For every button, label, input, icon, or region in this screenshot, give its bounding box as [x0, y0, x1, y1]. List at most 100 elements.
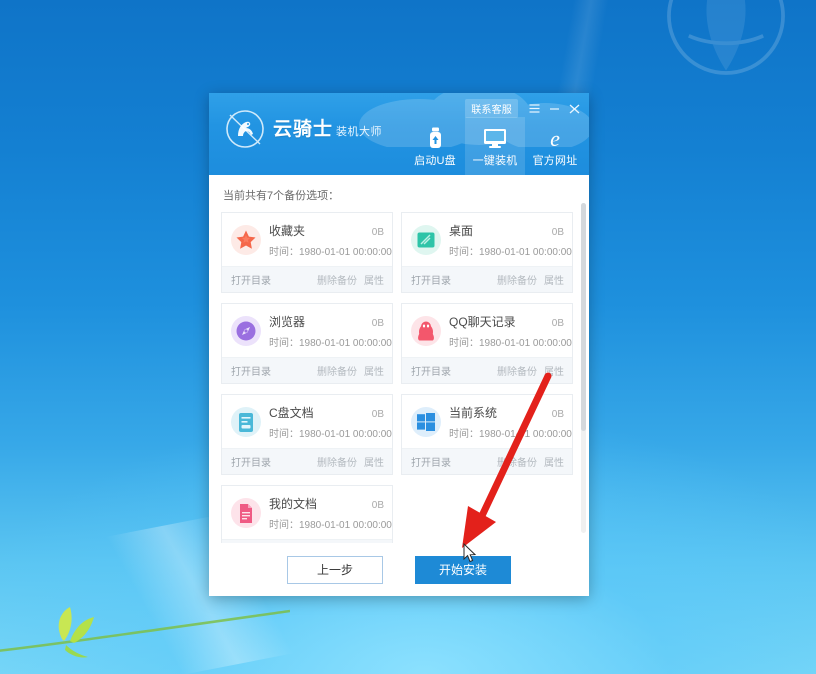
backup-card-title: 我的文档 [269, 497, 318, 511]
window-controls: 联系客服 [465, 99, 583, 118]
qq-penguin-icon [411, 316, 441, 346]
content-scrollbar-thumb[interactable] [581, 203, 586, 431]
contact-support-button[interactable]: 联系客服 [465, 99, 518, 118]
app-window: 联系客服 云骑士 装机大师 启动U盘 一键装机 e 官方网址 当前共有7个备份选… [209, 93, 589, 596]
nav-item-official-site[interactable]: e 官方网址 [525, 117, 585, 175]
backup-card-time: 时间：1980-01-01 00:00:00 [449, 338, 572, 349]
backup-card-title: 桌面 [449, 224, 474, 238]
backup-card-title: 浏览器 [269, 315, 306, 329]
properties-link[interactable]: 属性 [364, 363, 384, 378]
ie-browser-icon: e [544, 125, 566, 149]
nav-item-one-click-install[interactable]: 一键装机 [465, 117, 525, 175]
backup-card-actions: 打开目录 删除备份 属性 [222, 266, 392, 292]
backup-card-body: C盘文档 0B 时间：1980-01-01 00:00:00 [222, 395, 392, 448]
backup-card[interactable]: 收藏夹 0B 时间：1980-01-01 00:00:00 打开目录 删除备份 … [221, 212, 393, 293]
windows-logo-icon [411, 407, 441, 437]
desktop-background: 联系客服 云骑士 装机大师 启动U盘 一键装机 e 官方网址 当前共有7个备份选… [0, 0, 816, 674]
properties-link[interactable]: 属性 [544, 272, 564, 287]
backup-card-title: 收藏夹 [269, 224, 306, 238]
backup-card-actions: 打开目录 删除备份 属性 [402, 448, 572, 474]
properties-link[interactable]: 属性 [544, 363, 564, 378]
backup-card-size: 0B [371, 500, 384, 511]
backup-card-actions: 打开目录 删除备份 属性 [402, 266, 572, 292]
backup-card-title: QQ聊天记录 [449, 315, 516, 329]
delete-backup-link[interactable]: 删除备份 [497, 454, 537, 469]
backup-card-size: 0B [551, 409, 564, 420]
backup-card-actions: 打开目录 删除备份 属性 [222, 357, 392, 383]
brand-logo: 云骑士 装机大师 [223, 107, 382, 151]
backup-card-time: 时间：1980-01-01 00:00:00 [449, 247, 572, 258]
desktop-icon [411, 225, 441, 255]
nav-label-official-site: 官方网址 [532, 154, 578, 167]
backup-card[interactable]: 浏览器 0B 时间：1980-01-01 00:00:00 打开目录 删除备份 … [221, 303, 393, 384]
wallpaper-plant [0, 595, 291, 674]
usb-icon [427, 125, 444, 149]
properties-link[interactable]: 属性 [544, 454, 564, 469]
menu-icon[interactable] [525, 101, 543, 117]
backup-card-size: 0B [551, 318, 564, 329]
backup-options-panel: 当前共有7个备份选项： 收藏夹 0B 时间：1980-01-01 00:00:0… [209, 175, 589, 543]
backup-card-time: 时间：1980-01-01 00:00:00 [269, 247, 392, 258]
start-install-button[interactable]: 开始安装 [415, 555, 511, 584]
backup-card-time: 时间：1980-01-01 00:00:00 [269, 429, 392, 440]
backup-card[interactable]: 桌面 0B 时间：1980-01-01 00:00:00 打开目录 删除备份 属… [401, 212, 573, 293]
delete-backup-link[interactable]: 删除备份 [317, 272, 357, 287]
window-titlebar[interactable]: 联系客服 云骑士 装机大师 启动U盘 一键装机 e 官方网址 [209, 93, 589, 175]
backup-card-size: 0B [371, 227, 384, 238]
backup-card[interactable]: C盘文档 0B 时间：1980-01-01 00:00:00 打开目录 删除备份… [221, 394, 393, 475]
backup-card-time: 时间：1980-01-01 00:00:00 [269, 520, 392, 531]
open-directory-link[interactable]: 打开目录 [231, 272, 271, 287]
backup-card-time: 时间：1980-01-01 00:00:00 [449, 429, 572, 440]
browser-compass-icon [231, 316, 261, 346]
open-directory-link[interactable]: 打开目录 [231, 454, 271, 469]
document-icon [231, 498, 261, 528]
backup-card[interactable]: 当前系统 0B 时间：1980-01-01 00:00:00 打开目录 删除备份… [401, 394, 573, 475]
knight-emblem-icon [223, 107, 267, 151]
backup-card-size: 0B [371, 318, 384, 329]
delete-backup-link[interactable]: 删除备份 [317, 363, 357, 378]
minimize-icon[interactable] [545, 101, 563, 117]
backup-card-body: 桌面 0B 时间：1980-01-01 00:00:00 [402, 213, 572, 266]
backup-card-body: 当前系统 0B 时间：1980-01-01 00:00:00 [402, 395, 572, 448]
backup-card-body: QQ聊天记录 0B 时间：1980-01-01 00:00:00 [402, 304, 572, 357]
drive-doc-icon [231, 407, 261, 437]
backup-card-size: 0B [371, 409, 384, 420]
svg-text:e: e [550, 127, 560, 149]
backup-card-actions: 打开目录 删除备份 属性 [402, 357, 572, 383]
delete-backup-link[interactable]: 删除备份 [497, 363, 537, 378]
delete-backup-link[interactable]: 删除备份 [317, 454, 357, 469]
backup-card-list: 收藏夹 0B 时间：1980-01-01 00:00:00 打开目录 删除备份 … [221, 212, 573, 543]
open-directory-link[interactable]: 打开目录 [411, 272, 451, 287]
backup-count-text: 当前共有7个备份选项： [223, 190, 340, 202]
properties-link[interactable]: 属性 [364, 272, 384, 287]
backup-card[interactable]: QQ聊天记录 0B 时间：1980-01-01 00:00:00 打开目录 删除… [401, 303, 573, 384]
backup-card-title: C盘文档 [269, 406, 314, 420]
backup-card-actions: 打开目录 删除备份 属性 [222, 448, 392, 474]
close-icon[interactable] [565, 101, 583, 117]
brand-name: 云骑士 [273, 118, 334, 140]
main-nav: 启动U盘 一键装机 e 官方网址 [405, 115, 585, 175]
content-scrollbar[interactable] [581, 203, 586, 533]
open-directory-link[interactable]: 打开目录 [411, 454, 451, 469]
wallpaper-globe-watermark [664, 0, 788, 78]
delete-backup-link[interactable]: 删除备份 [497, 272, 537, 287]
backup-card-body: 浏览器 0B 时间：1980-01-01 00:00:00 [222, 304, 392, 357]
open-directory-link[interactable]: 打开目录 [411, 363, 451, 378]
backup-card-title: 当前系统 [449, 406, 498, 420]
backup-card-body: 收藏夹 0B 时间：1980-01-01 00:00:00 [222, 213, 392, 266]
backup-card[interactable]: 我的文档 0B 时间：1980-01-01 00:00:00 打开目录 删除备份… [221, 485, 393, 543]
backup-card-body: 我的文档 0B 时间：1980-01-01 00:00:00 [222, 486, 392, 539]
nav-label-boot-usb: 启动U盘 [414, 154, 456, 167]
open-directory-link[interactable]: 打开目录 [231, 363, 271, 378]
star-icon [231, 225, 261, 255]
previous-step-button[interactable]: 上一步 [287, 555, 383, 584]
brand-subtitle: 装机大师 [336, 125, 383, 138]
nav-item-boot-usb[interactable]: 启动U盘 [405, 117, 465, 175]
backup-card-size: 0B [551, 227, 564, 238]
window-footer: 上一步 开始安装 [209, 543, 589, 596]
backup-card-actions: 打开目录 删除备份 属性 [222, 539, 392, 543]
nav-label-one-click-install: 一键装机 [472, 154, 518, 167]
properties-link[interactable]: 属性 [364, 454, 384, 469]
backup-card-time: 时间：1980-01-01 00:00:00 [269, 338, 392, 349]
monitor-icon [483, 125, 507, 149]
